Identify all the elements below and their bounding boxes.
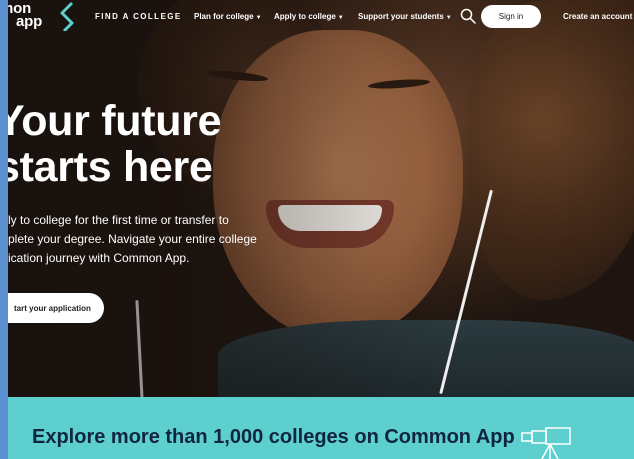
nav-support-label: Support your students (358, 12, 444, 21)
explore-band: Explore more than 1,000 colleges on Comm… (8, 397, 634, 459)
search-icon[interactable] (460, 8, 476, 24)
nav-support-students[interactable]: Support your students ▼ (358, 12, 452, 21)
hero-headline: Your future starts here (8, 97, 222, 191)
hero-section: Your future starts here ly to college fo… (8, 0, 634, 397)
sign-in-button[interactable]: Sign in (481, 5, 541, 28)
headline-line-2: starts here (8, 143, 213, 191)
explore-title: Explore more than 1,000 colleges on Comm… (32, 426, 515, 448)
nav-apply-to-college[interactable]: Apply to college ▼ (274, 12, 344, 21)
telescope-icon (521, 427, 571, 459)
create-account-link[interactable]: Create an account (563, 12, 632, 21)
logo-mark-icon (60, 1, 74, 31)
chevron-down-icon: ▼ (255, 15, 262, 21)
hero-subtext: ly to college for the first time or tran… (8, 213, 257, 265)
common-app-logo[interactable]: mon app (8, 1, 42, 29)
nav-plan-for-college[interactable]: Plan for college ▼ (194, 12, 262, 21)
chevron-down-icon: ▼ (445, 15, 452, 21)
nav-plan-label: Plan for college (194, 12, 254, 21)
page-frame: Your future starts here ly to college fo… (8, 0, 634, 459)
headline-line-1: Your future (8, 97, 222, 145)
start-application-button[interactable]: tart your application (8, 293, 104, 323)
nav-apply-label: Apply to college (274, 12, 336, 21)
chevron-down-icon: ▼ (337, 15, 344, 21)
nav-find-college[interactable]: FIND A COLLEGE (95, 12, 182, 21)
top-nav: mon app FIND A COLLEGE Plan for college▼… (8, 0, 634, 34)
